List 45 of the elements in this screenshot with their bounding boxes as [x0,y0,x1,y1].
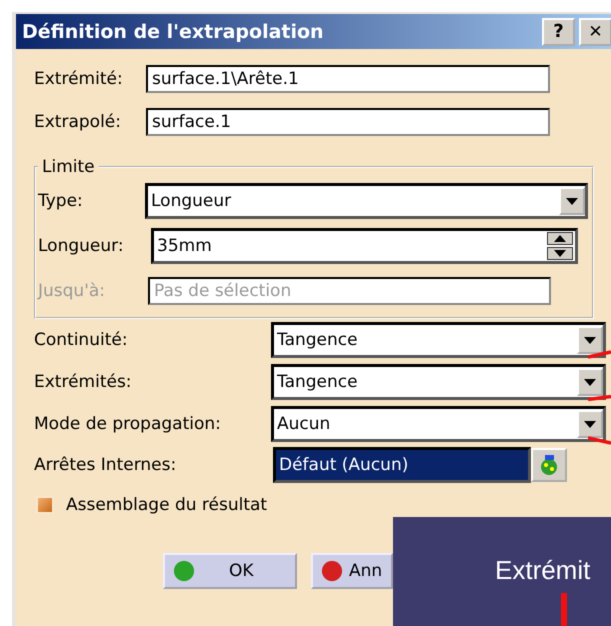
field-label: Extrapolé: [34,112,122,132]
down-arrow-icon [566,198,578,204]
input-field[interactable]: surface.1\Arête.1 [146,64,550,92]
ball-icon [173,560,195,582]
window-title: Définition de l'extrapolation [22,20,325,42]
leader-line [588,350,611,359]
spin-field[interactable]: 35mm [151,228,578,264]
selection-field[interactable]: Défaut (Aucun) [273,447,531,483]
field-label: Mode de propagation: [34,414,222,434]
dropdown[interactable]: Longueur [145,183,588,219]
checkbox-label: Assemblage du résultat [66,495,268,515]
field-label: Type: [38,191,84,211]
dropdown-button[interactable] [577,326,603,354]
ok-button[interactable]: OK [163,553,297,589]
down-arrow-icon [584,420,596,428]
field-label: Jusqu'à: [38,281,106,301]
dropdown[interactable]: Tangence [271,322,606,358]
dropdown[interactable]: Tangence [271,364,606,400]
input-field[interactable]: surface.1 [146,108,550,136]
field-label: Extrémité: [34,68,124,88]
dropdown-button[interactable] [559,187,585,215]
cancel-button[interactable]: Ann [311,553,393,589]
spin-down-button[interactable] [547,247,573,260]
checkbox[interactable] [36,496,54,514]
dropdown-button[interactable] [577,410,603,438]
ball-icon [321,560,343,582]
up-arrow-icon [554,235,566,242]
field-label: Continuité: [34,330,129,350]
spin-up-button[interactable] [547,232,573,245]
dropdown-button[interactable] [577,368,603,396]
help-button[interactable]: ? [542,18,575,46]
field-label: Arrêtes Internes: [34,455,178,475]
callout-text: Extrémit [495,555,590,585]
leader-line [588,436,611,445]
field-label: Longueur: [38,236,125,256]
edit-button[interactable] [531,448,567,482]
leader-line [561,593,567,626]
down-arrow-icon [554,250,566,257]
leader-line [588,395,611,401]
down-arrow-icon [584,378,596,386]
group-title: Limite [41,157,96,177]
dropdown[interactable]: Aucun [271,406,606,442]
down-arrow-icon [584,336,596,344]
field-label: Extrémités: [34,372,133,392]
close-button[interactable]: ✕ [579,18,611,46]
